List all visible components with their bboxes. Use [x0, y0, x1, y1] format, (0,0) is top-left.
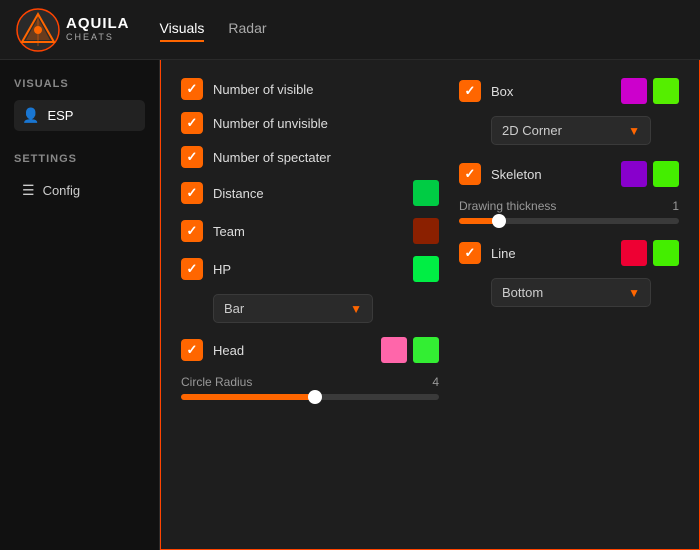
- drawing-thickness-thumb[interactable]: [492, 214, 506, 228]
- hp-dropdown[interactable]: Bar ▼: [213, 294, 373, 323]
- swatch-team[interactable]: [413, 218, 439, 244]
- config-label: Config: [43, 183, 81, 198]
- checkbox-line[interactable]: ✓: [459, 242, 481, 264]
- circle-radius-fill: [181, 394, 315, 400]
- line-dropdown-arrow: ▼: [628, 286, 640, 300]
- swatch-line-1[interactable]: [621, 240, 647, 266]
- sidebar-item-esp[interactable]: 👤 ESP: [14, 100, 145, 131]
- esp-label: ESP: [47, 108, 73, 123]
- drawing-thickness-value: 1: [672, 199, 679, 213]
- swatch-head-1[interactable]: [381, 337, 407, 363]
- toggle-number-spectater: ✓ Number of spectater: [181, 146, 439, 168]
- hp-dropdown-value: Bar: [224, 301, 244, 316]
- logo-area: AQUILA CHEATS: [16, 8, 130, 52]
- columns: ✓ Number of visible ✓ Number of unvisibl…: [181, 78, 679, 414]
- circle-radius-track[interactable]: [181, 394, 439, 400]
- toggle-distance: ✓ Distance: [181, 180, 439, 206]
- swatch-skeleton-2[interactable]: [653, 161, 679, 187]
- nav-tabs: Visuals Radar: [160, 20, 267, 40]
- label-head: Head: [213, 343, 371, 358]
- circle-radius-label: Circle Radius: [181, 375, 252, 389]
- circle-radius-labels: Circle Radius 4: [181, 375, 439, 389]
- checkbox-skeleton[interactable]: ✓: [459, 163, 481, 185]
- box-swatches: [621, 78, 679, 104]
- swatch-hp[interactable]: [413, 256, 439, 282]
- label-number-unvisible: Number of unvisible: [213, 116, 439, 131]
- drawing-thickness-row: Drawing thickness 1: [459, 199, 679, 224]
- box-dropdown[interactable]: 2D Corner ▼: [491, 116, 651, 145]
- swatch-box-1[interactable]: [621, 78, 647, 104]
- swatch-head-2[interactable]: [413, 337, 439, 363]
- label-hp: HP: [213, 262, 403, 277]
- line-dropdown-value: Bottom: [502, 285, 543, 300]
- label-skeleton: Skeleton: [491, 167, 611, 182]
- skeleton-swatches: [621, 161, 679, 187]
- sidebar: VISUALS 👤 ESP SETTINGS ☰ Config: [0, 60, 160, 550]
- drawing-thickness-label: Drawing thickness: [459, 199, 556, 213]
- label-team: Team: [213, 224, 403, 239]
- tab-visuals[interactable]: Visuals: [160, 20, 205, 40]
- logo-cheats-text: CHEATS: [66, 33, 130, 43]
- box-dropdown-row: 2D Corner ▼: [491, 116, 679, 145]
- logo-icon: [16, 8, 60, 52]
- drawing-thickness-track[interactable]: [459, 218, 679, 224]
- label-distance: Distance: [213, 186, 403, 201]
- circle-radius-value: 4: [432, 375, 439, 389]
- left-column: ✓ Number of visible ✓ Number of unvisibl…: [181, 78, 439, 414]
- box-dropdown-value: 2D Corner: [502, 123, 562, 138]
- label-box: Box: [491, 84, 611, 99]
- settings-section: SETTINGS ☰ Config: [14, 153, 145, 206]
- sidebar-item-config[interactable]: ☰ Config: [14, 175, 145, 206]
- swatch-box-2[interactable]: [653, 78, 679, 104]
- toggle-hp: ✓ HP: [181, 256, 439, 282]
- logo-aquila-text: AQUILA: [66, 16, 130, 33]
- circle-radius-row: Circle Radius 4: [181, 375, 439, 400]
- settings-section-title: SETTINGS: [14, 153, 145, 165]
- checkbox-distance[interactable]: ✓: [181, 182, 203, 204]
- circle-radius-thumb[interactable]: [308, 390, 322, 404]
- toggle-box: ✓ Box: [459, 78, 679, 104]
- swatch-distance[interactable]: [413, 180, 439, 206]
- hp-dropdown-row: Bar ▼: [213, 294, 439, 323]
- header: AQUILA CHEATS Visuals Radar: [0, 0, 700, 60]
- toggle-head: ✓ Head: [181, 337, 439, 363]
- checkbox-number-spectater[interactable]: ✓: [181, 146, 203, 168]
- checkbox-team[interactable]: ✓: [181, 220, 203, 242]
- checkbox-number-visible[interactable]: ✓: [181, 78, 203, 100]
- toggle-team: ✓ Team: [181, 218, 439, 244]
- toggle-number-unvisible: ✓ Number of unvisible: [181, 112, 439, 134]
- swatch-skeleton-1[interactable]: [621, 161, 647, 187]
- label-line: Line: [491, 246, 611, 261]
- hp-dropdown-arrow: ▼: [350, 302, 362, 316]
- line-dropdown-row: Bottom ▼: [491, 278, 679, 307]
- esp-icon: 👤: [22, 107, 39, 124]
- checkbox-hp[interactable]: ✓: [181, 258, 203, 280]
- tab-radar[interactable]: Radar: [228, 20, 266, 40]
- toggle-skeleton: ✓ Skeleton: [459, 161, 679, 187]
- swatch-line-2[interactable]: [653, 240, 679, 266]
- head-swatches: [381, 337, 439, 363]
- label-number-visible: Number of visible: [213, 82, 439, 97]
- line-dropdown[interactable]: Bottom ▼: [491, 278, 651, 307]
- label-number-spectater: Number of spectater: [213, 150, 439, 165]
- toggle-line: ✓ Line: [459, 240, 679, 266]
- logo-text: AQUILA CHEATS: [66, 16, 130, 42]
- drawing-thickness-labels: Drawing thickness 1: [459, 199, 679, 213]
- main-content: ✓ Number of visible ✓ Number of unvisibl…: [160, 60, 700, 550]
- checkbox-head[interactable]: ✓: [181, 339, 203, 361]
- layout: VISUALS 👤 ESP SETTINGS ☰ Config ✓ Number…: [0, 60, 700, 550]
- box-dropdown-arrow: ▼: [628, 124, 640, 138]
- right-column: ✓ Box 2D Corner ▼ ✓: [459, 78, 679, 414]
- visuals-section-title: VISUALS: [14, 78, 145, 90]
- line-swatches: [621, 240, 679, 266]
- config-icon: ☰: [22, 182, 35, 199]
- checkbox-box[interactable]: ✓: [459, 80, 481, 102]
- checkbox-number-unvisible[interactable]: ✓: [181, 112, 203, 134]
- toggle-number-visible: ✓ Number of visible: [181, 78, 439, 100]
